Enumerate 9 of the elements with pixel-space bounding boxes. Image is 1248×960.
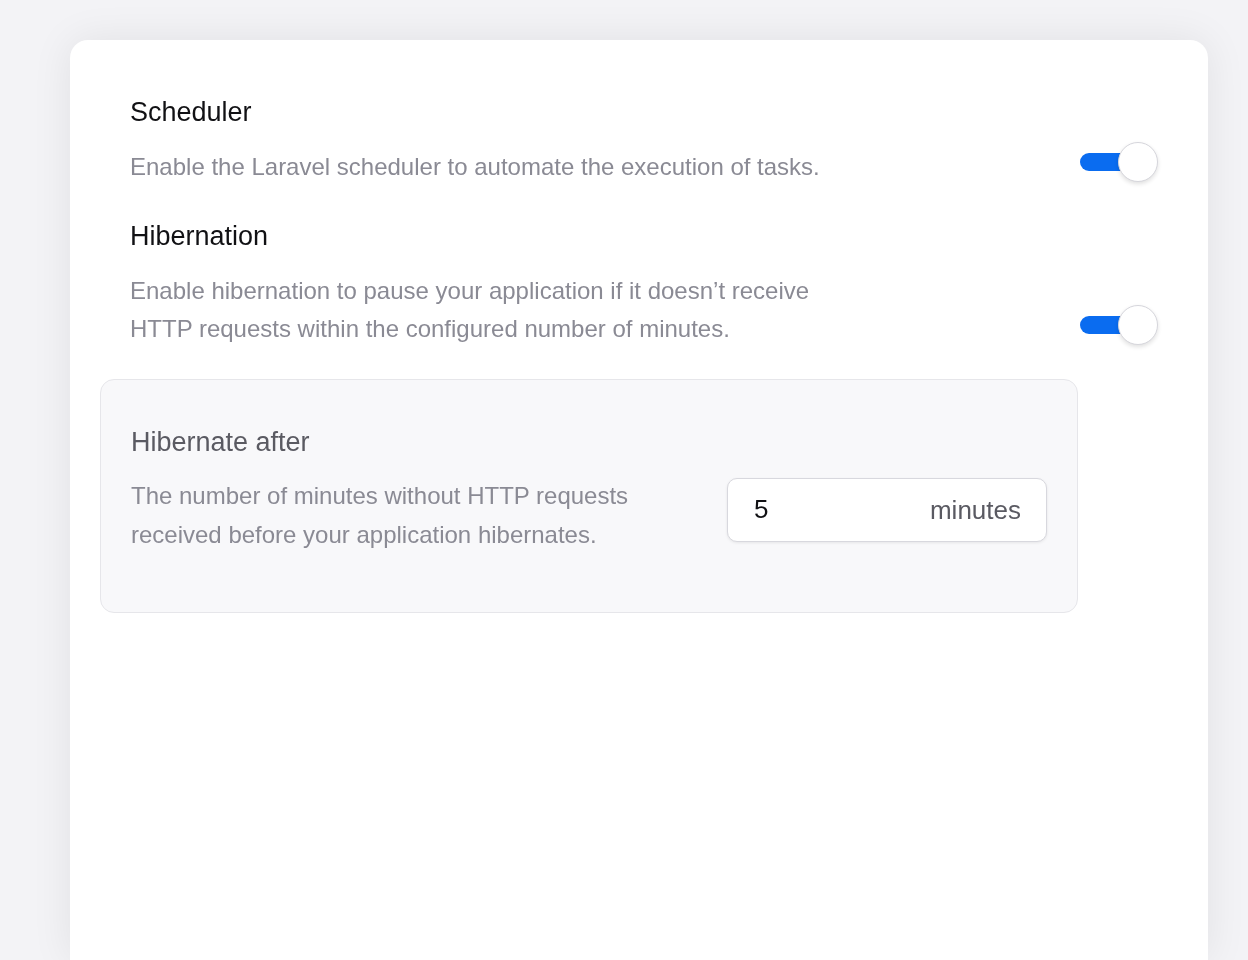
field-description: The number of minutes without HTTP requests received before your application hibernates. — [131, 481, 630, 550]
unit-label: minutes — [929, 493, 1021, 526]
setting-title: Hibernation — [130, 220, 270, 254]
toggle-switch[interactable] — [1080, 304, 1158, 345]
setting-description: Enable hibernation to pause your application if it doesn’t receive HTTP requests within the configured number of minutes. — [130, 275, 811, 345]
field-title: Hibernate after — [131, 425, 311, 459]
toggle-switch[interactable] — [1080, 142, 1158, 183]
setting-description: Enable the Laravel scheduler to automate the execution of tasks. — [130, 151, 820, 182]
setting-title: Scheduler — [130, 96, 253, 129]
